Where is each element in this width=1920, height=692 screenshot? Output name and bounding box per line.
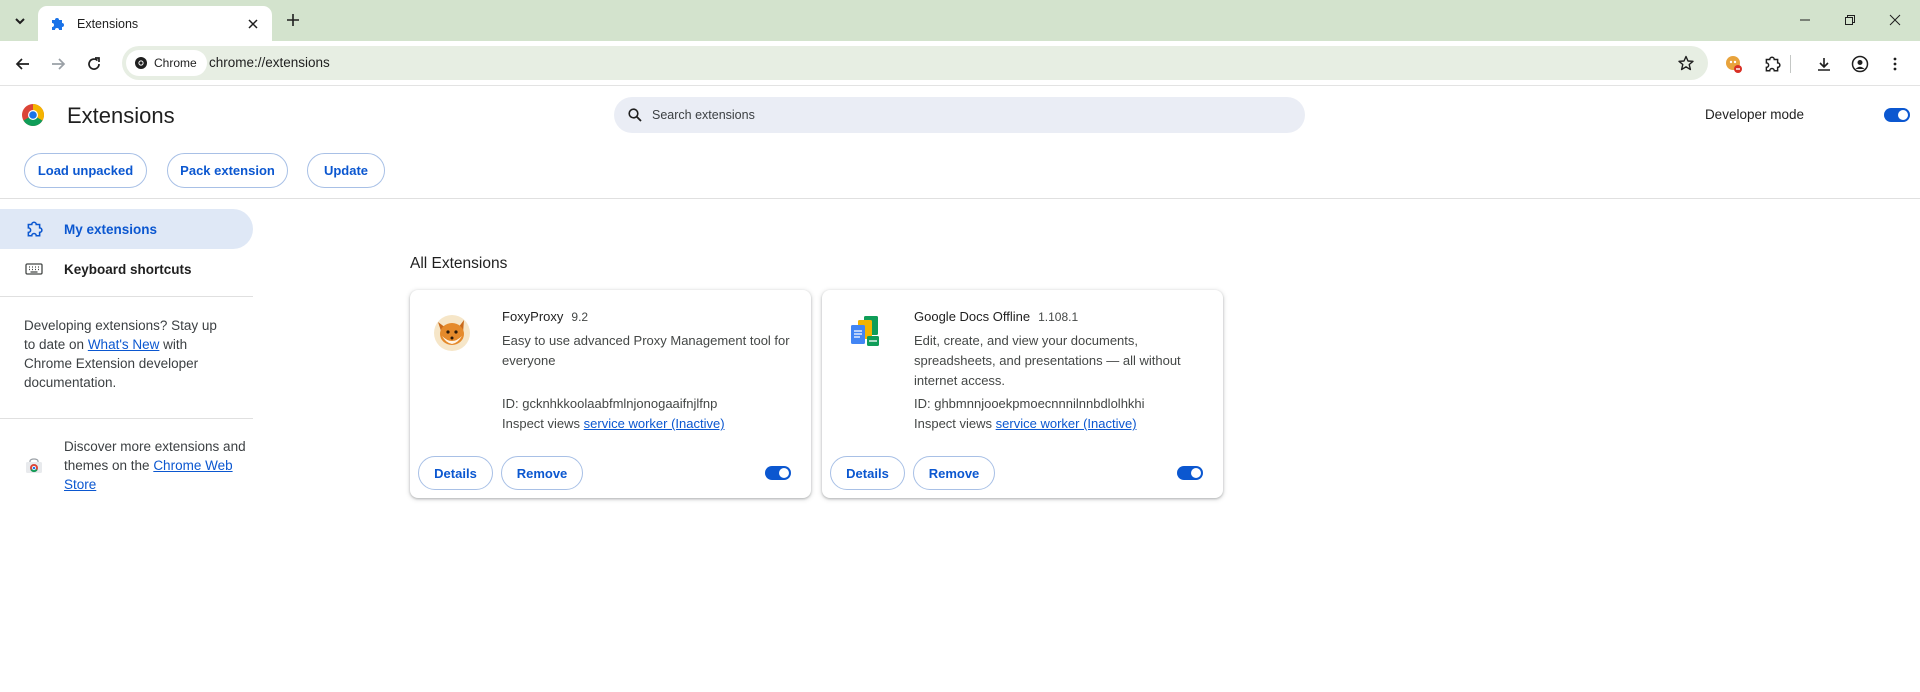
site-info-chip[interactable]: Chrome [126,50,207,76]
forward-arrow-icon [52,58,66,70]
browser-toolbar: Chrome chrome://extensions [0,41,1920,86]
remove-button[interactable]: Remove [913,456,995,490]
sidebar-item-label: Keyboard shortcuts [64,261,192,277]
service-worker-link[interactable]: service worker (Inactive) [996,416,1137,431]
sidebar-item-label: My extensions [64,221,158,237]
page-title: Extensions [67,103,175,128]
tab-title: Extensions [77,16,139,31]
extension-version: 1.108.1 [1038,310,1079,324]
tab-search-button[interactable] [9,10,31,32]
search-icon [626,106,644,124]
search-input[interactable] [652,108,1272,122]
extension-description: Easy to use advanced Proxy Management to… [502,333,790,368]
search-bar[interactable] [614,97,1305,133]
new-tab-button[interactable] [282,9,304,31]
extension-enable-toggle[interactable] [765,466,791,480]
extension-version: 9.2 [571,310,589,324]
back-arrow-icon [15,58,29,70]
back-button[interactable] [9,50,37,78]
inspect-label: Inspect views [914,416,996,431]
minimize-icon [1800,19,1810,21]
extension-icon [25,220,43,238]
reload-icon [88,57,100,70]
toolbar-divider [1790,55,1791,73]
developer-mode-toggle[interactable] [1884,108,1910,122]
extension-card-foxyproxy: FoxyProxy 9.2 Easy to use advanced Proxy … [410,290,811,498]
extension-name: FoxyProxy 9.2 [502,309,588,324]
extension-card-google-docs-offline: Google Docs Offline 1.108.1 Edit, create,… [822,290,1223,498]
inspect-views: Inspect views service worker (Inactive) [502,416,725,431]
url-text[interactable]: chrome://extensions [209,55,330,70]
developer-mode-label: Developer mode [1704,107,1804,122]
extension-id: ID: ghbmnnjooekpmoecnnnilnnbdlolhkhi [914,396,1145,411]
sidebar-item-keyboard-shortcuts[interactable]: Keyboard shortcuts [0,249,253,289]
foxyproxy-toolbar-button[interactable] [1720,50,1748,78]
update-button[interactable]: Update [307,153,385,188]
section-title: All Extensions [410,255,508,272]
details-button[interactable]: Details [830,456,905,490]
remove-button[interactable]: Remove [501,456,583,490]
extensions-menu-button[interactable] [1758,50,1786,78]
chrome-web-store-icon [26,458,42,473]
address-bar[interactable]: Chrome chrome://extensions [122,46,1708,80]
close-window-button[interactable] [1883,8,1907,32]
extension-description: Edit, create, and view your documents, s… [914,333,1181,388]
foxyproxy-icon [434,315,470,351]
forward-button[interactable] [44,50,72,78]
details-button[interactable]: Details [418,456,493,490]
close-tab-icon[interactable] [243,14,263,34]
browser-menu-button[interactable] [1881,50,1909,78]
developer-docs-text: Developing extensions? Stay up to date o… [24,316,229,392]
plus-icon [287,14,299,26]
load-unpacked-button[interactable]: Load unpacked [24,153,147,188]
minimize-button[interactable] [1793,8,1817,32]
extensions-header: Extensions Developer mode Load unpacked … [0,86,1920,199]
sidebar-item-my-extensions[interactable]: My extensions [0,209,253,249]
sidebar-divider [0,418,253,419]
google-docs-offline-icon [851,316,879,346]
close-icon [1889,14,1901,26]
restore-icon [1845,15,1855,25]
puzzle-icon [1765,56,1781,72]
whats-new-link[interactable]: What's New [88,337,160,352]
sidebar-divider [0,296,253,297]
more-vert-icon [1893,57,1897,71]
bookmark-star-icon[interactable] [1676,53,1696,73]
reload-button[interactable] [80,50,108,78]
foxyproxy-icon [1726,56,1742,73]
download-icon [1818,58,1830,71]
extension-enable-toggle[interactable] [1177,466,1203,480]
chrome-icon [135,57,147,69]
extension-id: ID: gcknhkkoolaabfmlnjonogaaifnjlfnp [502,396,718,411]
service-worker-link[interactable]: service worker (Inactive) [584,416,725,431]
chevron-down-icon [15,18,25,25]
inspect-label: Inspect views [502,416,584,431]
puzzle-icon [49,16,65,32]
web-store-text: Discover more extensions and themes on t… [64,437,249,494]
extension-name: Google Docs Offline 1.108.1 [914,309,1078,324]
active-tab[interactable]: Extensions [38,6,272,41]
pack-extension-button[interactable]: Pack extension [167,153,288,188]
extension-title: Google Docs Offline [914,309,1031,324]
site-chip-label: Chrome [154,56,197,70]
keyboard-icon [25,260,43,278]
downloads-button[interactable] [1810,50,1838,78]
chrome-logo-icon [22,104,44,126]
inspect-views: Inspect views service worker (Inactive) [914,416,1137,431]
tab-strip: Extensions [0,0,1920,41]
restore-button[interactable] [1838,8,1862,32]
profile-button[interactable] [1846,50,1874,78]
profile-icon [1851,55,1869,73]
extension-title: FoxyProxy [502,309,564,324]
